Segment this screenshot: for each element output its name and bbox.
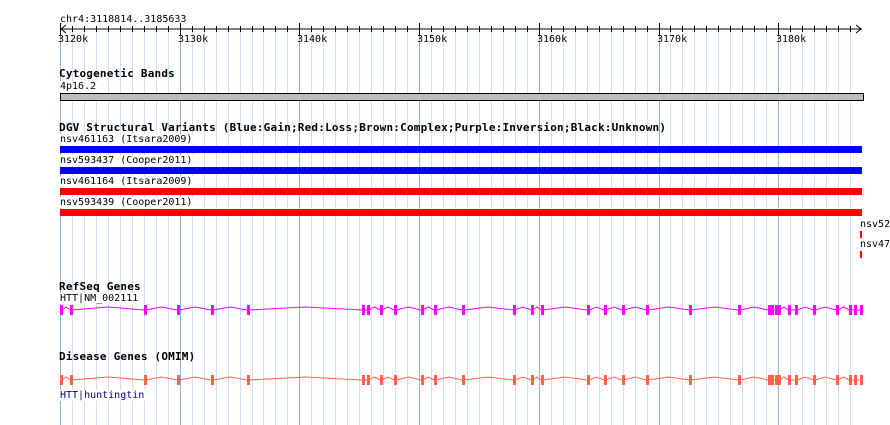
exon-block bbox=[778, 305, 781, 315]
exon-block bbox=[541, 375, 544, 385]
exon-block bbox=[771, 375, 774, 385]
refseq-track-title: RefSeq Genes bbox=[59, 280, 141, 293]
ruler-tick-label: 3120k bbox=[58, 34, 89, 45]
exon-block bbox=[738, 305, 741, 315]
exon-block bbox=[247, 375, 250, 385]
cytoband-label: 4p16.2 bbox=[60, 81, 99, 92]
exon-block bbox=[211, 305, 214, 315]
exon-block bbox=[646, 305, 649, 315]
ruler-tick-label: 3140k bbox=[297, 34, 328, 45]
exon-block bbox=[421, 305, 424, 315]
exon-block bbox=[394, 375, 397, 385]
disease-track-title: Disease Genes (OMIM) bbox=[59, 350, 196, 363]
exon-block bbox=[434, 305, 437, 315]
exon-block bbox=[604, 375, 607, 385]
exon-block bbox=[836, 305, 839, 315]
exon-block bbox=[211, 375, 214, 385]
exon-block bbox=[60, 305, 63, 315]
exon-block bbox=[531, 375, 534, 385]
ruler-tick-label: 3180k bbox=[776, 34, 807, 45]
exon-block bbox=[394, 305, 397, 315]
disease-gene-model[interactable] bbox=[0, 370, 890, 390]
exon-block bbox=[836, 375, 839, 385]
exon-block bbox=[70, 375, 73, 385]
variant-bar-loss[interactable] bbox=[60, 209, 862, 216]
exon-block bbox=[144, 375, 147, 385]
variant-bar-gain[interactable] bbox=[60, 167, 862, 174]
variant-label: nsv593437 (Cooper2011) bbox=[60, 155, 195, 166]
variant-bar-gain[interactable] bbox=[60, 146, 862, 153]
variant-label: nsv461164 (Itsara2009) bbox=[60, 176, 195, 187]
ruler-tick-label: 3150k bbox=[417, 34, 448, 45]
exon-block bbox=[689, 375, 692, 385]
exon-block bbox=[771, 305, 774, 315]
exon-block bbox=[689, 305, 692, 315]
truncated-variant-label: nsv47 bbox=[860, 239, 890, 250]
refseq-gene-model[interactable] bbox=[0, 300, 890, 320]
exon-block bbox=[738, 375, 741, 385]
dgv-track-title: DGV Structural Variants (Blue:Gain;Red:L… bbox=[59, 121, 667, 134]
edge-variant-mark[interactable] bbox=[860, 251, 862, 258]
exon-block bbox=[849, 305, 852, 315]
exon-block bbox=[421, 375, 424, 385]
exon-block bbox=[60, 375, 63, 385]
exon-block bbox=[854, 375, 857, 385]
exon-block bbox=[462, 305, 465, 315]
exon-block bbox=[541, 305, 544, 315]
exon-block bbox=[775, 375, 778, 385]
edge-variant-mark[interactable] bbox=[860, 231, 862, 238]
exon-block bbox=[768, 305, 771, 315]
exon-block bbox=[795, 305, 798, 315]
exon-block bbox=[70, 305, 73, 315]
exon-block bbox=[788, 375, 791, 385]
ruler-tick-label: 3130k bbox=[178, 34, 209, 45]
exon-block bbox=[177, 305, 180, 315]
exon-block bbox=[380, 305, 383, 315]
exon-block bbox=[587, 305, 590, 315]
exon-block bbox=[362, 375, 365, 385]
exon-block bbox=[367, 375, 370, 385]
disease-gene-label[interactable]: HTT|huntingtin bbox=[60, 390, 147, 401]
exon-block bbox=[813, 375, 816, 385]
exon-block bbox=[362, 305, 365, 315]
exon-block bbox=[622, 375, 625, 385]
exon-block bbox=[247, 305, 250, 315]
exon-block bbox=[513, 305, 516, 315]
exon-block bbox=[795, 375, 798, 385]
exon-block bbox=[513, 375, 516, 385]
exon-block bbox=[622, 305, 625, 315]
exon-block bbox=[860, 305, 863, 315]
exon-block bbox=[587, 375, 590, 385]
exon-block bbox=[778, 375, 781, 385]
exon-block bbox=[788, 305, 791, 315]
exon-block bbox=[604, 305, 607, 315]
exon-block bbox=[367, 305, 370, 315]
exon-block bbox=[177, 375, 180, 385]
exon-block bbox=[768, 375, 771, 385]
exon-block bbox=[434, 375, 437, 385]
exon-block bbox=[531, 305, 534, 315]
ruler-tick-label: 3170k bbox=[657, 34, 688, 45]
variant-label: nsv461163 (Itsara2009) bbox=[60, 134, 195, 145]
exon-block bbox=[860, 375, 863, 385]
exon-block bbox=[775, 305, 778, 315]
exon-block bbox=[144, 305, 147, 315]
variant-bar-loss[interactable] bbox=[60, 188, 862, 195]
cytoband-track-title: Cytogenetic Bands bbox=[59, 67, 175, 80]
exon-block bbox=[646, 375, 649, 385]
exon-block bbox=[462, 375, 465, 385]
exon-block bbox=[380, 375, 383, 385]
cytoband-bar[interactable] bbox=[60, 93, 864, 101]
truncated-variant-label: nsv52 bbox=[860, 219, 890, 230]
exon-block bbox=[854, 305, 857, 315]
variant-label: nsv593439 (Cooper2011) bbox=[60, 197, 195, 208]
ruler-tick-label: 3160k bbox=[537, 34, 568, 45]
exon-block bbox=[813, 305, 816, 315]
exon-block bbox=[849, 375, 852, 385]
